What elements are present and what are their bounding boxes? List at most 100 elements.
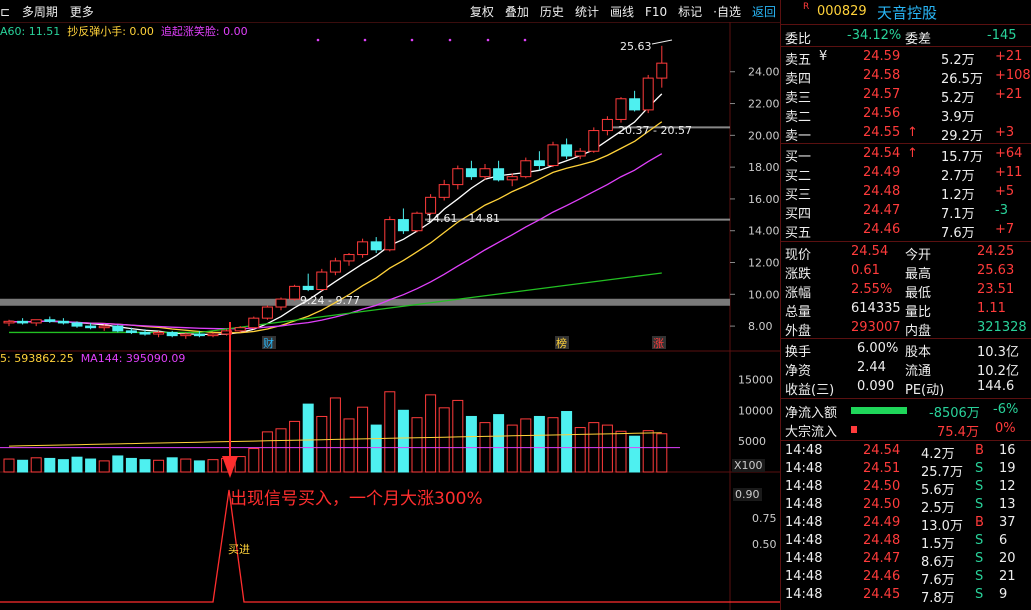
stat-row[interactable]: 总量 614335 量比 1.11 xyxy=(781,301,1031,320)
tick-time: 14:48 xyxy=(785,551,823,566)
stat2-row[interactable]: 净资 2.44 流通 10.2亿 xyxy=(781,360,1031,379)
candle-body xyxy=(533,160,545,167)
tick-side: B xyxy=(975,443,984,458)
tick-count: 9 xyxy=(999,587,1008,602)
buy-level-3[interactable]: 买三 24.48 1.2万 +5 xyxy=(781,184,1031,203)
back-button[interactable]: 返回 xyxy=(752,5,776,19)
tick-price: 24.46 xyxy=(863,569,901,584)
more-menu[interactable]: 更多 xyxy=(70,5,94,19)
btn-stats[interactable]: 统计 xyxy=(575,5,599,19)
candle-body xyxy=(561,144,573,157)
period-menu[interactable]: 多周期 xyxy=(22,5,58,19)
volume-bar xyxy=(193,460,205,473)
vol-tick-label: 5000 xyxy=(738,435,766,448)
signal-dot xyxy=(316,38,320,42)
stat-row[interactable]: 涨跌 0.61 最高 25.63 xyxy=(781,263,1031,282)
tick-row[interactable]: 14:48 24.46 7.6万 S 21 xyxy=(781,569,1031,588)
candle-body xyxy=(370,241,382,251)
level-volume: 5.2万 xyxy=(941,53,975,68)
candle-body xyxy=(397,219,409,232)
tick-count: 12 xyxy=(999,479,1016,494)
range-label-3: 9.24 - 9.77 xyxy=(300,294,360,307)
candle-body xyxy=(98,325,110,329)
stat2-row[interactable]: 换手 6.00% 股本 10.3亿 xyxy=(781,341,1031,360)
chart-toolbar: ⊏ 多周期 更多 复权 叠加 历史 统计 画线 F10 标记 ·自选 返回 xyxy=(0,0,780,23)
volume-bar xyxy=(452,399,464,473)
stat-label: 现价 xyxy=(785,248,812,263)
volume-bar xyxy=(17,459,29,473)
stat-value: 1.11 xyxy=(977,301,1006,316)
tick-price: 24.50 xyxy=(863,479,901,494)
toolbar-right: 复权 叠加 历史 统计 画线 F10 标记 ·自选 返回 xyxy=(459,3,776,20)
buy-level-1[interactable]: 买一 24.54 ↑ 15.7万 +64 xyxy=(781,146,1031,165)
candle-body xyxy=(452,168,464,186)
level-volume: 1.2万 xyxy=(941,188,975,203)
buy-level-5[interactable]: 买五 24.46 7.6万 +7 xyxy=(781,222,1031,241)
toolbar-left: ⊏ 多周期 更多 xyxy=(0,5,94,19)
sell-level-2[interactable]: 卖二 24.56 3.9万 xyxy=(781,106,1031,125)
candle-body xyxy=(71,322,83,327)
stat-label: 收益(三) xyxy=(785,383,835,398)
tick-row[interactable]: 14:48 24.54 4.2万 B 16 xyxy=(781,443,1031,462)
up-arrow-icon: ↑ xyxy=(907,125,918,140)
level-delta: +11 xyxy=(995,165,1023,180)
btn-history[interactable]: 历史 xyxy=(540,5,564,19)
tick-row[interactable]: 14:48 24.47 8.6万 S 20 xyxy=(781,551,1031,570)
sell-level-3[interactable]: 卖三 24.57 5.2万 +21 xyxy=(781,87,1031,106)
webi-value: -34.12% xyxy=(847,28,902,43)
tick-count: 20 xyxy=(999,551,1016,566)
volume-bar xyxy=(547,417,559,473)
volume-bar xyxy=(438,407,450,473)
volume-bar xyxy=(261,431,273,473)
tick-row[interactable]: 14:48 24.50 5.6万 S 12 xyxy=(781,479,1031,498)
tick-row[interactable]: 14:48 24.49 13.0万 B 37 xyxy=(781,515,1031,534)
btn-overlay[interactable]: 叠加 xyxy=(505,5,529,19)
volume-bar xyxy=(248,448,260,473)
btn-draw[interactable]: 画线 xyxy=(610,5,634,19)
volume-bar xyxy=(520,418,532,473)
block-inflow-bar xyxy=(851,426,857,433)
tick-side: S xyxy=(975,569,984,584)
level-price: 24.48 xyxy=(863,184,901,199)
stat2-row[interactable]: 收益(三) 0.090 PE(动) 144.6 xyxy=(781,379,1031,398)
tick-side: S xyxy=(975,461,984,476)
tick-side: S xyxy=(975,551,984,566)
tick-volume: 1.5万 xyxy=(921,537,955,552)
volume-bar xyxy=(411,417,423,473)
btn-fuquan[interactable]: 复权 xyxy=(470,5,494,19)
candle-body xyxy=(411,212,423,232)
stat-label: 量比 xyxy=(905,305,932,320)
stat-row[interactable]: 外盘 293007 内盘 321328 xyxy=(781,320,1031,339)
sell-level-4[interactable]: 卖四 24.58 26.5万 +108 xyxy=(781,68,1031,87)
tick-row[interactable]: 14:48 24.50 2.5万 S 13 xyxy=(781,497,1031,516)
level-price: 24.59 xyxy=(863,49,901,64)
buy-level-2[interactable]: 买二 24.49 2.7万 +11 xyxy=(781,165,1031,184)
buy-level-4[interactable]: 买四 24.47 7.1万 -3 xyxy=(781,203,1031,222)
tick-row[interactable]: 14:48 24.51 25.7万 S 19 xyxy=(781,461,1031,480)
stat-label: 今开 xyxy=(905,248,932,263)
stat-value: 614335 xyxy=(851,301,901,316)
sell-level-1[interactable]: 卖一 24.55 ↑ 29.2万 +3 xyxy=(781,125,1031,144)
btn-watchlist[interactable]: ·自选 xyxy=(713,5,741,19)
btn-mark[interactable]: 标记 xyxy=(678,5,702,19)
tick-volume: 7.8万 xyxy=(921,591,955,606)
tick-side: S xyxy=(975,479,984,494)
stat-value: 23.51 xyxy=(977,282,1015,297)
stat-row[interactable]: 涨幅 2.55% 最低 23.51 xyxy=(781,282,1031,301)
sell-level-5[interactable]: 卖五 ¥24.59 5.2万 +21 xyxy=(781,49,1031,68)
high-price-label: 25.63 xyxy=(620,40,652,53)
stat-label: 最低 xyxy=(905,286,932,301)
tick-row[interactable]: 14:48 24.48 1.5万 S 6 xyxy=(781,533,1031,552)
kline-chart[interactable]: 24.00 22.00 20.00 18.00 16.00 14.00 12.00 10.00… xyxy=(0,22,780,610)
net-inflow-pct: -6% xyxy=(993,402,1019,417)
candle-body xyxy=(139,331,151,335)
volume-bar xyxy=(207,459,219,473)
level-label: 买二 xyxy=(785,169,812,184)
stat-row[interactable]: 现价 24.54 今开 24.25 xyxy=(781,244,1031,263)
volume-bar xyxy=(139,459,151,473)
stock-code: 000829 xyxy=(817,4,867,19)
tick-row[interactable]: 14:48 24.45 7.8万 S 9 xyxy=(781,587,1031,606)
level-volume: 29.2万 xyxy=(941,129,983,144)
btn-f10[interactable]: F10 xyxy=(645,5,667,19)
tick-count: 19 xyxy=(999,461,1016,476)
